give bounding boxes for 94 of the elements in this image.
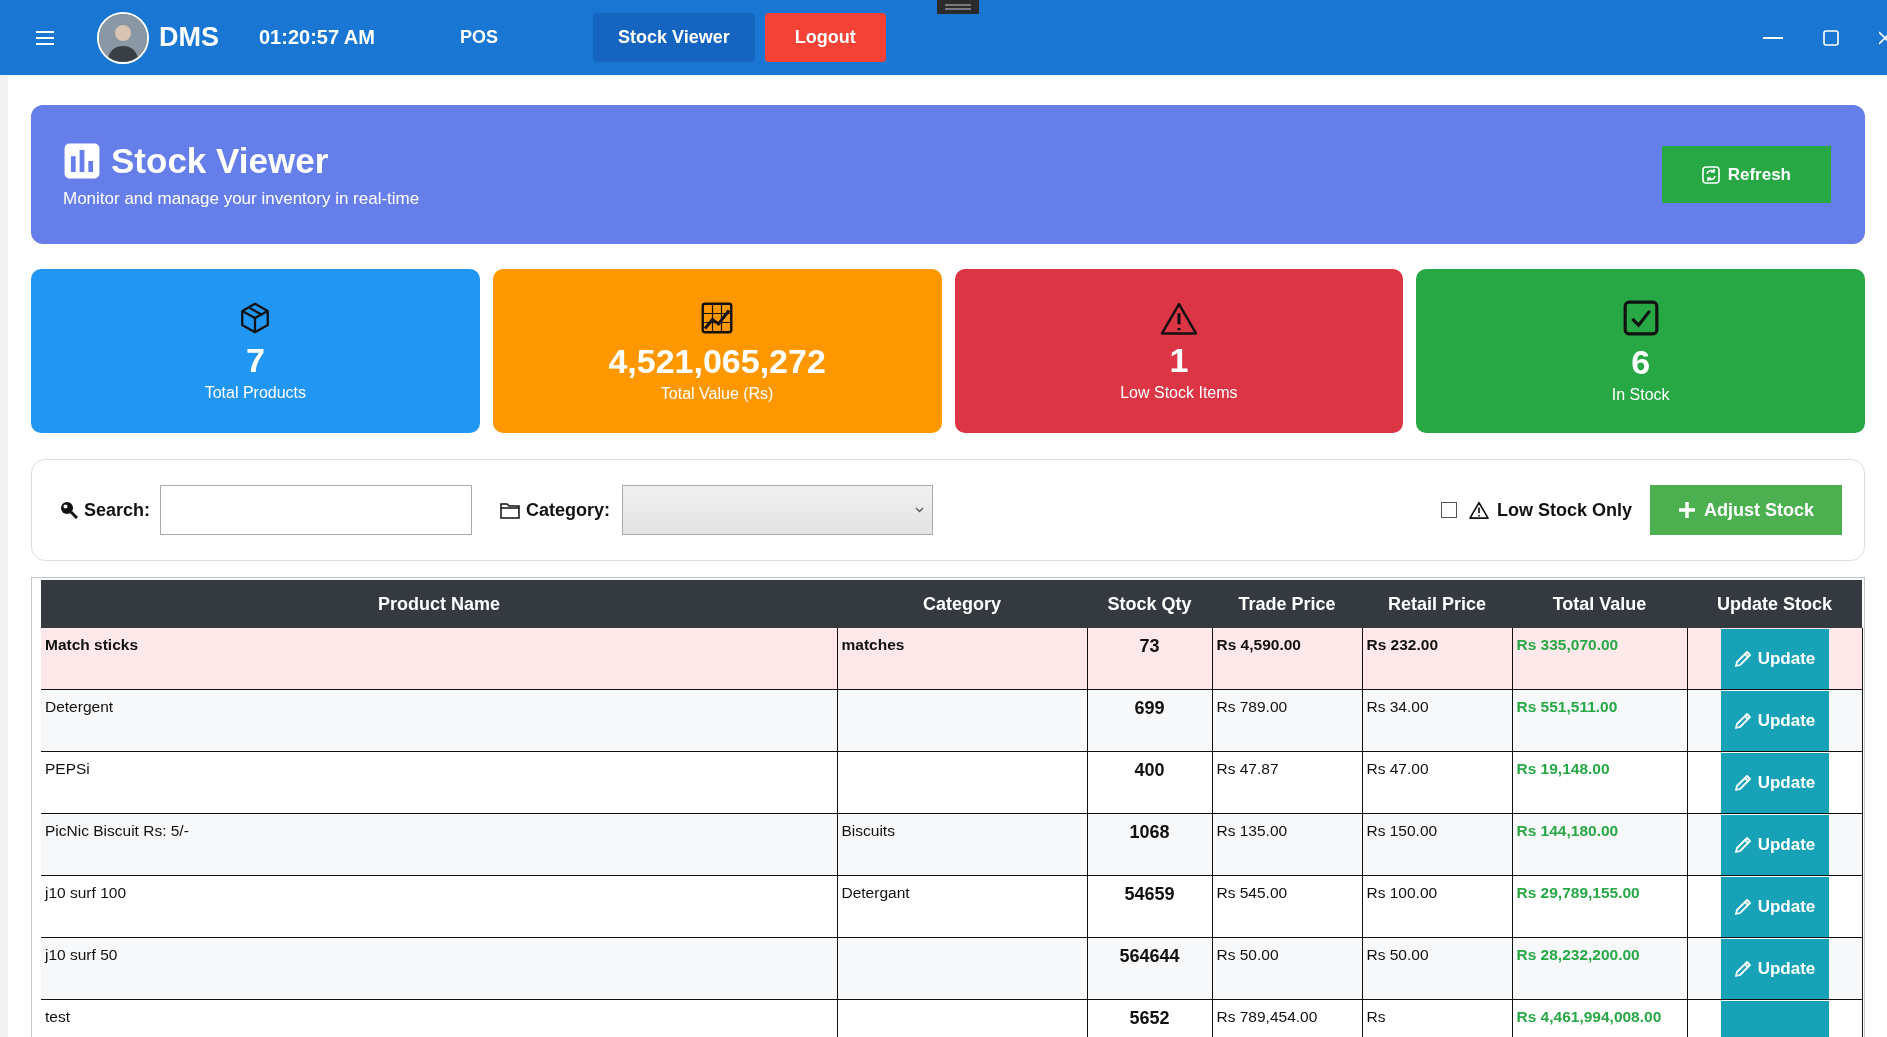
column-header: Category <box>837 580 1087 628</box>
column-header: Trade Price <box>1212 580 1362 628</box>
table-cell: Rs 150.00 <box>1362 813 1512 876</box>
pencil-icon <box>1733 835 1752 854</box>
stat-value: 1 <box>1169 340 1189 380</box>
stat-value: 6 <box>1631 342 1651 382</box>
column-header: Total Value <box>1512 580 1687 628</box>
stat-value: 7 <box>245 340 265 380</box>
table-cell: 564644 <box>1087 937 1212 1000</box>
update-button[interactable]: Update <box>1720 876 1829 937</box>
folder-icon <box>500 501 521 519</box>
column-header: Update Stock <box>1687 580 1862 628</box>
table-cell: Detergent <box>41 689 837 752</box>
table-cell: Rs 29,789,155.00 <box>1512 875 1687 938</box>
column-header: Stock Qty <box>1087 580 1212 628</box>
table-cell: Rs 789,454.00 <box>1212 999 1362 1037</box>
table-cell: Rs 4,461,994,008.00 <box>1512 999 1687 1037</box>
close-icon[interactable] <box>1879 29 1887 46</box>
table-cell: Rs 135.00 <box>1212 813 1362 876</box>
nav-link[interactable]: Logout <box>764 13 886 62</box>
table-cell: matches <box>837 628 1087 690</box>
clock: 01:20:57 AM <box>259 26 375 49</box>
table-cell: 73 <box>1087 628 1212 690</box>
page-subtitle: Monitor and manage your inventory in real-time <box>63 188 420 209</box>
table-cell: Rs 100.00 <box>1362 875 1512 938</box>
stat-label: Low Stock Items <box>1120 383 1238 402</box>
pencil-icon <box>1733 773 1752 792</box>
table-cell: 699 <box>1087 689 1212 752</box>
refresh-icon <box>1701 165 1720 184</box>
maximize-icon[interactable] <box>1823 29 1839 46</box>
table-cell: Rs 335,070.00 <box>1512 628 1687 690</box>
nav-link[interactable]: Stock Viewer <box>593 13 755 62</box>
search-field[interactable] <box>160 485 473 535</box>
table-cell: Rs <box>1362 999 1512 1037</box>
table-cell: 54659 <box>1087 875 1212 938</box>
update-button[interactable]: Update <box>1720 690 1829 751</box>
minimize-icon[interactable] <box>1763 35 1783 40</box>
table-cell: Rs 19,148.00 <box>1512 751 1687 814</box>
app-title: DMS <box>159 22 219 53</box>
plus-icon <box>1678 501 1696 519</box>
table-cell: j10 surf 50 <box>41 937 837 1000</box>
table-cell: Match sticks <box>41 628 837 690</box>
pencil-icon <box>1733 897 1752 916</box>
table-cell: Rs 47.87 <box>1212 751 1362 814</box>
update-button[interactable]: Update <box>1720 752 1829 813</box>
warning-icon <box>1159 300 1198 335</box>
update-button[interactable]: Update <box>1720 814 1829 875</box>
stat-label: Total Products <box>204 383 307 402</box>
refresh-button[interactable]: Refresh <box>1661 146 1831 203</box>
table-cell: Rs 232.00 <box>1362 628 1512 690</box>
search-label: Search: <box>84 499 151 521</box>
page-title: Stock Viewer <box>111 140 329 181</box>
table-cell: Rs 50.00 <box>1212 937 1362 1000</box>
update-button[interactable]: Update <box>1720 938 1829 999</box>
table-cell: Rs 28,232,200.00 <box>1512 937 1687 1000</box>
table-cell: Rs 789.00 <box>1212 689 1362 752</box>
table-cell: Rs 34.00 <box>1362 689 1512 752</box>
table-cell: 1068 <box>1087 813 1212 876</box>
table-cell: Rs 545.00 <box>1212 875 1362 938</box>
search-icon <box>60 501 78 519</box>
stat-label: In Stock <box>1611 385 1670 404</box>
category-label: Category: <box>526 499 611 521</box>
nav-link[interactable]: POS <box>435 13 523 62</box>
low-stock-checkbox[interactable] <box>1440 502 1457 518</box>
table-cell: 400 <box>1087 751 1212 814</box>
table-cell: PicNic Biscuit Rs: 5/- <box>41 813 837 876</box>
table-cell: Rs 144,180.00 <box>1512 813 1687 876</box>
table-cell: Detergant <box>837 875 1087 938</box>
menu-icon[interactable] <box>36 30 54 45</box>
stat-value: 4,521,065,272 <box>608 341 826 381</box>
stat-label: Total Value (Rs) <box>660 384 774 403</box>
table-cell: PEPSi <box>41 751 837 814</box>
warning-icon <box>1468 501 1489 519</box>
avatar <box>97 11 149 64</box>
table-cell: j10 surf 100 <box>41 875 837 938</box>
table-cell: Rs 50.00 <box>1362 937 1512 1000</box>
column-header: Product Name <box>41 580 837 628</box>
pencil-icon <box>1733 959 1752 978</box>
table-cell: Rs 47.00 <box>1362 751 1512 814</box>
update-button[interactable]: Update <box>1720 628 1829 689</box>
checkbox-icon <box>1621 298 1660 337</box>
pencil-icon <box>1733 649 1752 668</box>
table-cell: Rs 551,511.00 <box>1512 689 1687 752</box>
chevron-down-icon <box>915 507 925 513</box>
table-cell: Rs 4,590.00 <box>1212 628 1362 690</box>
table-cell: 5652 <box>1087 999 1212 1037</box>
table-cell: test <box>41 999 837 1037</box>
low-stock-label: Low Stock Only <box>1496 499 1632 521</box>
adjust-stock-button[interactable]: Adjust Stock <box>1650 485 1842 535</box>
table-cell: Biscuits <box>837 813 1087 876</box>
column-header: Retail Price <box>1362 580 1512 628</box>
bar-chart-icon <box>63 141 101 180</box>
drag-handle-icon[interactable] <box>937 0 979 16</box>
pencil-icon <box>1733 711 1752 730</box>
